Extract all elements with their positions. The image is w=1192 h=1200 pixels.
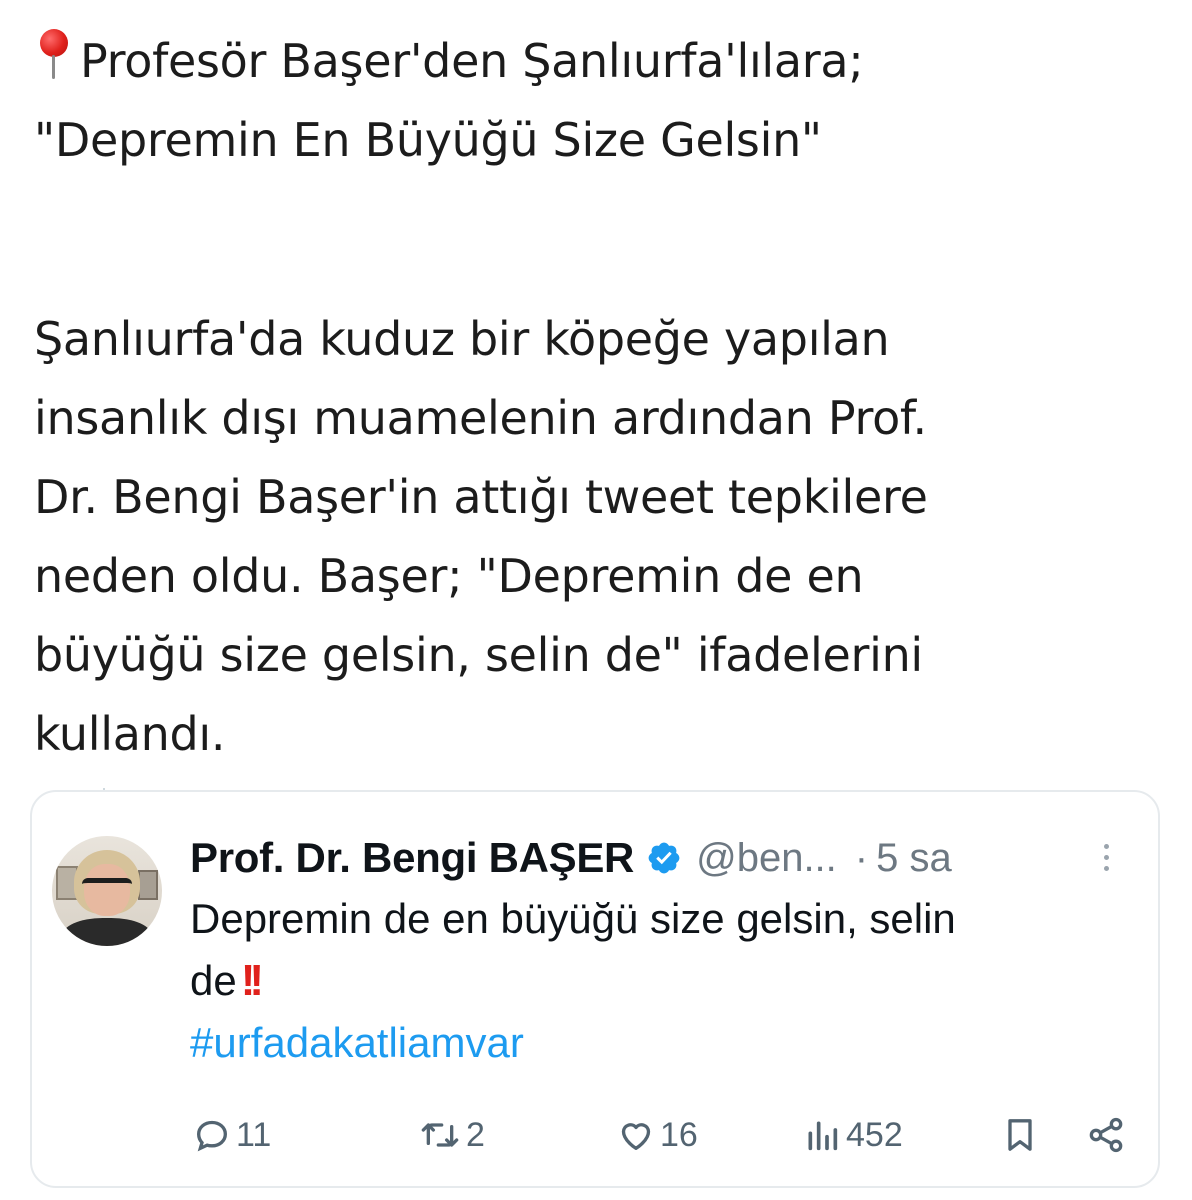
avatar[interactable] [52,836,162,946]
share-button[interactable] [1086,1110,1126,1160]
bookmark-icon [1008,1119,1032,1151]
headline-line-1: Profesör Başer'den Şanlıurfa'lılara; [34,22,1164,101]
tweet-text-line: Depremin de en büyüğü size gelsin, selin [190,895,956,942]
views-button[interactable]: 452 [802,1110,903,1160]
retweet-count: 2 [466,1115,485,1154]
retweet-button[interactable]: 2 [418,1110,485,1160]
like-count: 16 [660,1115,698,1154]
retweet-icon [421,1123,459,1147]
reply-count: 11 [236,1115,272,1154]
tweet-text: Depremin de en büyüğü size gelsin, selin… [190,888,1140,1074]
headline-line-2: "Depremin En Büyüğü Size Gelsin" [34,113,822,167]
heart-icon [621,1123,651,1150]
round-pushpin-icon [34,25,74,83]
body-line: Dr. Bengi Başer'in attığı tweet tepkiler… [34,470,928,524]
body-line: kullandı. [34,707,226,761]
like-button[interactable]: 16 [616,1110,698,1160]
hashtag-link[interactable]: #urfadakatliamvar [190,1012,1140,1074]
author-handle[interactable]: @ben... [696,836,837,881]
post-text: Profesör Başer'den Şanlıurfa'lılara; "De… [34,22,1164,774]
embedded-tweet-card[interactable]: Prof. Dr. Bengi BAŞER @ben... · 5 sa Dep… [30,790,1160,1188]
views-chart-icon [808,1121,838,1151]
tweet-time[interactable]: 5 sa [876,836,952,881]
tweet-header: Prof. Dr. Bengi BAŞER @ben... · 5 sa [190,830,952,886]
separator-dot: · [854,835,869,880]
tweet-text-line-2: de!! [190,950,1140,1012]
author-name[interactable]: Prof. Dr. Bengi BAŞER [190,834,634,882]
headline-text-1: Profesör Başer'den Şanlıurfa'lılara; [80,34,864,88]
double-exclamation-icon: !! [240,956,264,1005]
tweet-actions: 11 2 16 452 [192,1110,1123,1160]
body-line: Şanlıurfa'da kuduz bir köpeğe yapılan [34,312,890,366]
body-line: büyüğü size gelsin, selin de" ifadelerin… [34,628,923,682]
bookmark-button[interactable] [1000,1110,1040,1160]
views-count: 452 [846,1115,903,1154]
verified-badge-icon [648,842,680,874]
body-line: neden oldu. Başer; "Depremin de en [34,549,864,603]
reply-icon [196,1120,228,1152]
share-icon [1089,1117,1123,1153]
reply-button[interactable]: 11 [192,1110,271,1160]
more-options-icon[interactable] [1104,844,1112,878]
body-line: insanlık dışı muamelenin ardından Prof. [34,391,927,445]
